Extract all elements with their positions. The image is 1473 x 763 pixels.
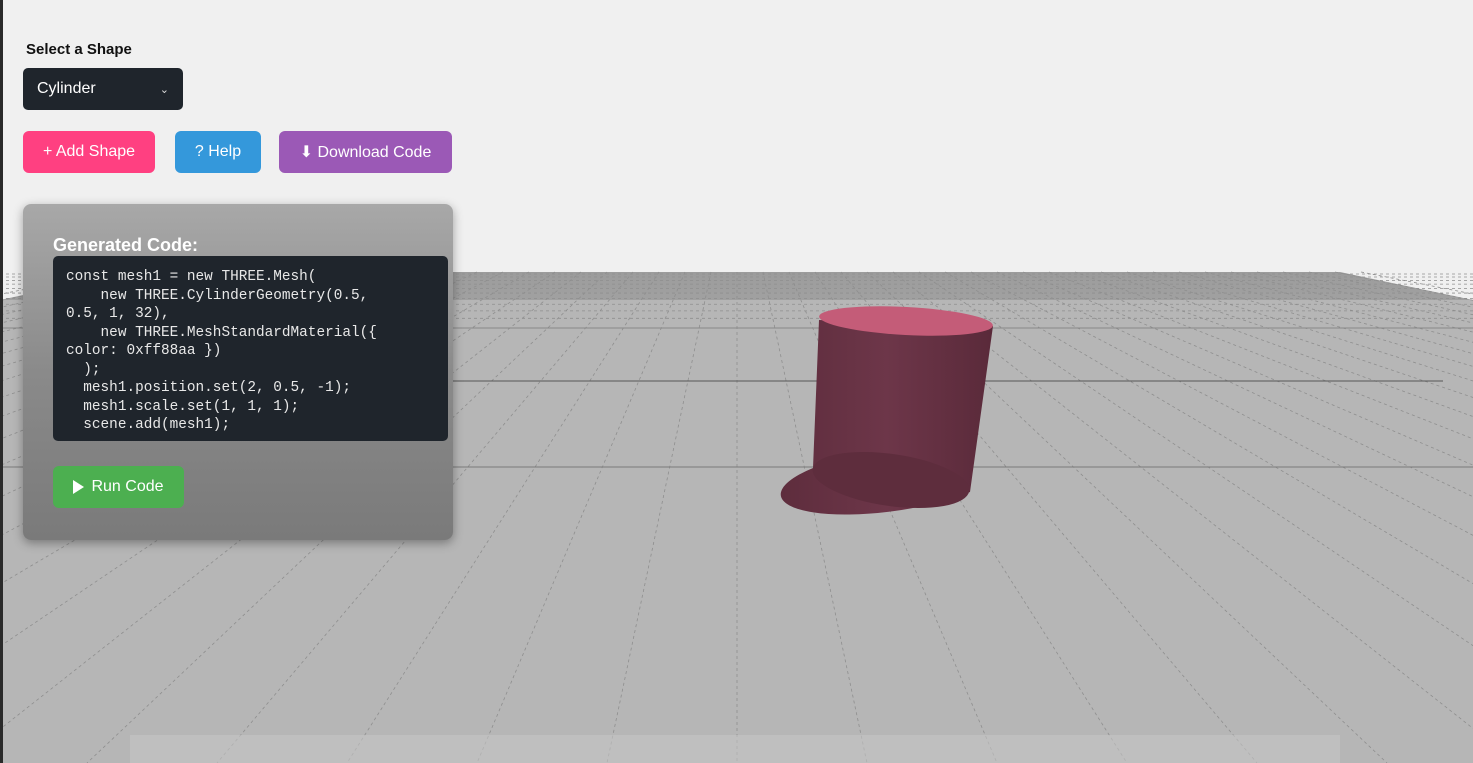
generated-code: const mesh1 = new THREE.Mesh( new THREE.… [66,269,377,433]
add-shape-button[interactable]: + Add Shape [23,131,155,173]
download-code-button[interactable]: ⬇ Download Code [279,131,452,173]
shape-select-value: Cylinder [37,80,96,97]
window-edge [0,0,3,763]
run-code-button[interactable]: Run Code [53,466,184,508]
code-panel-title: Generated Code: [53,235,199,255]
floor-shadow [130,735,1340,763]
run-code-label: Run Code [91,478,164,495]
app-root: Select a Shape Cylinder ⌄ + Add Shape ? … [0,0,1473,763]
chevron-down-icon: ⌄ [159,83,169,96]
shape-select-label: Select a Shape [26,41,132,58]
shape-select[interactable]: Cylinder ⌄ [23,68,183,110]
code-block[interactable]: const mesh1 = new THREE.Mesh( new THREE.… [53,256,448,441]
play-icon [73,480,85,494]
help-button[interactable]: ? Help [175,131,261,173]
